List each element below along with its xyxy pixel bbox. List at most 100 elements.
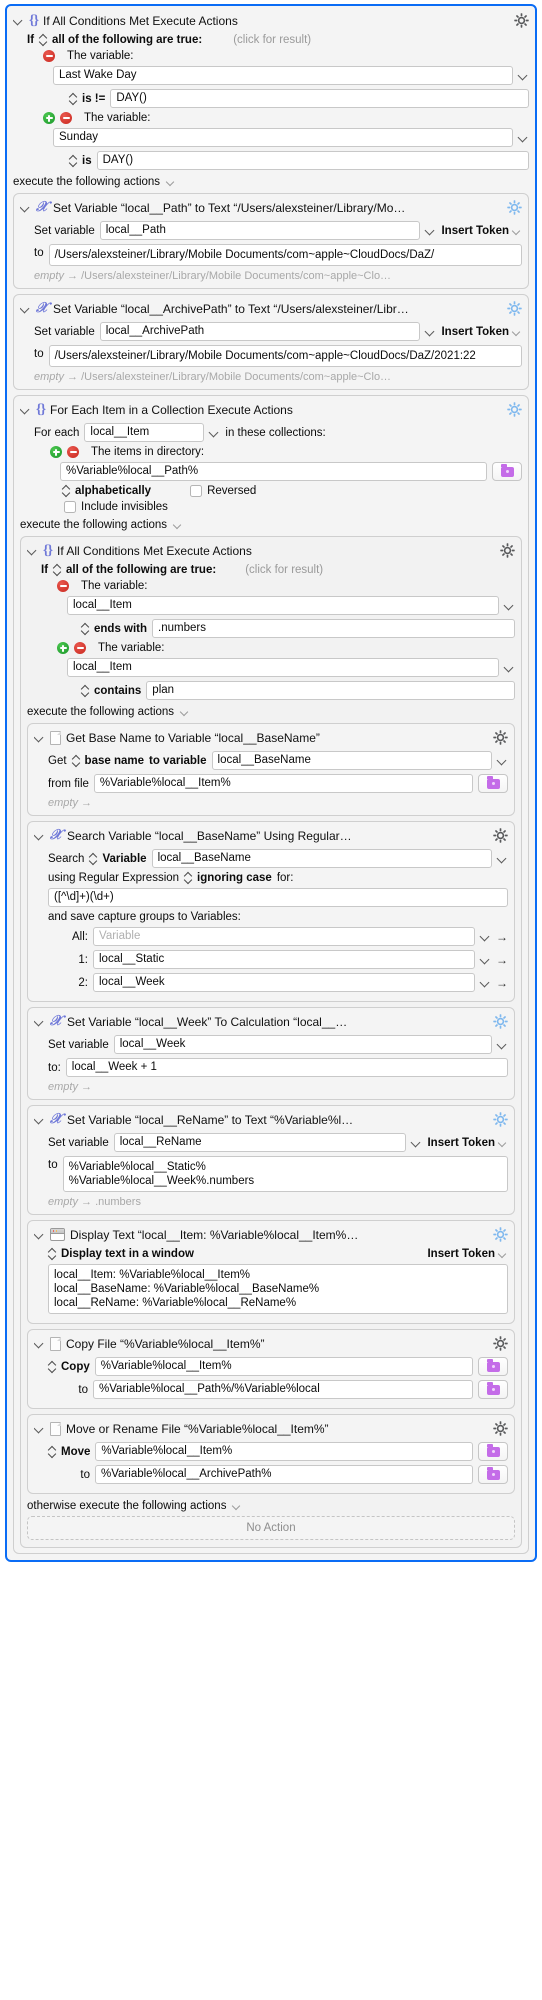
action-title-row[interactable]: 𝒳 Set Variable “local__ArchivePath” to T… bbox=[20, 298, 522, 318]
variable-name-field[interactable]: local__ReName bbox=[113, 1133, 407, 1152]
click-for-result-hint[interactable]: (click for result) bbox=[233, 34, 311, 46]
chevron-down-icon[interactable] bbox=[497, 1039, 508, 1050]
chevron-down-icon[interactable] bbox=[518, 70, 529, 81]
condition-operator-label[interactable]: contains bbox=[94, 685, 141, 697]
case-mode-label[interactable]: ignoring case bbox=[197, 872, 272, 884]
variable-name-field[interactable]: local__BaseName bbox=[211, 751, 492, 770]
action-if-all-conditions-inner[interactable]: {} If All Conditions Met Execute Actions… bbox=[20, 536, 522, 1548]
reveal-arrow-icon[interactable]: → bbox=[496, 953, 508, 967]
choose-source-button[interactable] bbox=[478, 1442, 508, 1461]
action-display-text[interactable]: Display Text “local__Item: %Variable%loc… bbox=[27, 1220, 515, 1324]
action-copy-file[interactable]: Copy File “%Variable%local__Item%” Copy … bbox=[27, 1329, 515, 1409]
gear-icon[interactable] bbox=[493, 1421, 508, 1436]
variable-name-field[interactable]: local__Path bbox=[99, 221, 421, 240]
gear-icon[interactable] bbox=[493, 1336, 508, 1351]
to-value-field[interactable]: /Users/alexsteiner/Library/Mobile Docume… bbox=[48, 244, 522, 266]
action-if-all-conditions-outer[interactable]: {} If All Conditions Met Execute Actions… bbox=[5, 4, 537, 1562]
chevron-down-icon[interactable] bbox=[425, 225, 436, 236]
operation-label[interactable]: Move bbox=[61, 1446, 90, 1458]
disclosure-triangle-icon[interactable] bbox=[34, 732, 45, 743]
condition-mode-label[interactable]: all of the following are true: bbox=[66, 564, 216, 576]
action-for-each-item[interactable]: {} For Each Item in a Collection Execute… bbox=[13, 395, 529, 1554]
directory-path-field[interactable]: %Variable%local__Path% bbox=[60, 462, 487, 481]
chevron-down-icon[interactable] bbox=[173, 520, 183, 530]
choose-folder-button[interactable] bbox=[492, 462, 522, 481]
loop-variable-field[interactable]: local__Item bbox=[84, 423, 205, 442]
gear-icon[interactable] bbox=[507, 402, 522, 417]
operator-stepper-icon[interactable] bbox=[69, 155, 77, 167]
operation-stepper-icon[interactable] bbox=[48, 1361, 56, 1373]
disclosure-triangle-icon[interactable] bbox=[34, 1229, 45, 1240]
insert-token-button[interactable]: Insert Token bbox=[441, 225, 522, 237]
case-mode-stepper-icon[interactable] bbox=[184, 872, 192, 884]
remove-collection-icon[interactable] bbox=[67, 446, 79, 458]
action-search-variable-regex[interactable]: 𝒳 Search Variable “local__BaseName” Usin… bbox=[27, 821, 515, 1002]
calculation-field[interactable]: local__Week + 1 bbox=[65, 1058, 508, 1077]
action-set-variable-week[interactable]: 𝒳 Set Variable “local__Week” To Calculat… bbox=[27, 1007, 515, 1100]
chevron-down-icon[interactable] bbox=[497, 755, 508, 766]
choose-destination-button[interactable] bbox=[478, 1380, 508, 1399]
condition-operator-label[interactable]: is bbox=[82, 155, 92, 167]
chevron-down-icon[interactable] bbox=[480, 931, 491, 942]
display-mode-label[interactable]: Display text in a window bbox=[61, 1248, 194, 1260]
operator-stepper-icon[interactable] bbox=[81, 623, 89, 635]
gear-icon[interactable] bbox=[500, 543, 515, 558]
regex-pattern-field[interactable]: ([^\d]+)(\d+) bbox=[48, 888, 508, 907]
condition-value-field[interactable]: .numbers bbox=[152, 619, 515, 638]
action-title-row[interactable]: Get Base Name to Variable “local__BaseNa… bbox=[34, 727, 508, 747]
from-file-field[interactable]: %Variable%local__Item% bbox=[93, 774, 473, 793]
reversed-checkbox[interactable] bbox=[190, 485, 203, 497]
action-set-variable-archivepath[interactable]: 𝒳 Set Variable “local__ArchivePath” to T… bbox=[13, 294, 529, 390]
reveal-arrow-icon[interactable]: → bbox=[496, 976, 508, 990]
condition-variable-field[interactable]: local__Item bbox=[67, 596, 499, 615]
disclosure-triangle-icon[interactable] bbox=[34, 1423, 45, 1434]
gear-icon[interactable] bbox=[507, 200, 522, 215]
disclosure-triangle-icon[interactable] bbox=[34, 1016, 45, 1027]
sort-order-stepper-icon[interactable] bbox=[62, 485, 70, 497]
chevron-down-icon[interactable] bbox=[166, 177, 176, 187]
chevron-down-icon[interactable] bbox=[518, 132, 529, 143]
remove-condition-icon[interactable] bbox=[57, 580, 69, 592]
gear-icon[interactable] bbox=[493, 1227, 508, 1242]
remove-condition-icon[interactable] bbox=[43, 50, 55, 62]
chevron-down-icon[interactable] bbox=[425, 326, 436, 337]
operation-label[interactable]: Copy bbox=[61, 1361, 90, 1373]
disclosure-triangle-icon[interactable] bbox=[20, 202, 31, 213]
action-get-base-name[interactable]: Get Base Name to Variable “local__BaseNa… bbox=[27, 723, 515, 816]
add-collection-icon[interactable] bbox=[50, 446, 62, 458]
condition-operator-label[interactable]: is != bbox=[82, 93, 105, 105]
condition-mode-stepper-icon[interactable] bbox=[39, 34, 47, 46]
chevron-down-icon[interactable] bbox=[504, 662, 515, 673]
gear-icon[interactable] bbox=[493, 828, 508, 843]
destination-path-field[interactable]: %Variable%local__ArchivePath% bbox=[95, 1465, 473, 1484]
remove-condition-icon[interactable] bbox=[60, 112, 72, 124]
to-value-field[interactable]: %Variable%local__Static% %Variable%local… bbox=[62, 1156, 508, 1192]
source-path-field[interactable]: %Variable%local__Item% bbox=[95, 1442, 473, 1461]
chevron-down-icon[interactable] bbox=[180, 707, 190, 717]
remove-condition-icon[interactable] bbox=[74, 642, 86, 654]
action-title-row[interactable]: Display Text “local__Item: %Variable%loc… bbox=[34, 1224, 508, 1244]
source-type-stepper-icon[interactable] bbox=[89, 853, 97, 865]
add-condition-icon[interactable] bbox=[57, 642, 69, 654]
mode-stepper-icon[interactable] bbox=[72, 755, 80, 767]
action-title-row[interactable]: {} If All Conditions Met Execute Actions bbox=[27, 540, 515, 560]
include-invisibles-checkbox[interactable] bbox=[64, 501, 76, 513]
insert-token-button[interactable]: Insert Token bbox=[427, 1137, 508, 1149]
action-set-variable-rename[interactable]: 𝒳 Set Variable “local__ReName” to Text “… bbox=[27, 1105, 515, 1215]
chevron-down-icon[interactable] bbox=[497, 853, 508, 864]
disclosure-triangle-icon[interactable] bbox=[20, 303, 31, 314]
chevron-down-icon[interactable] bbox=[512, 327, 522, 337]
capture-variable-field[interactable]: Variable bbox=[93, 927, 475, 946]
add-condition-icon[interactable] bbox=[43, 112, 55, 124]
capture-variable-field[interactable]: local__Static bbox=[93, 950, 475, 969]
display-text-body-field[interactable]: local__Item: %Variable%local__Item% loca… bbox=[48, 1264, 508, 1314]
condition-mode-label[interactable]: all of the following are true: bbox=[52, 34, 202, 46]
chevron-down-icon[interactable] bbox=[512, 226, 522, 236]
no-action-placeholder[interactable]: No Action bbox=[27, 1516, 515, 1540]
reveal-arrow-icon[interactable]: → bbox=[496, 930, 508, 944]
action-title-row[interactable]: Copy File “%Variable%local__Item%” bbox=[34, 1333, 508, 1353]
choose-destination-button[interactable] bbox=[478, 1465, 508, 1484]
insert-token-button[interactable]: Insert Token bbox=[441, 326, 522, 338]
operator-stepper-icon[interactable] bbox=[69, 93, 77, 105]
variable-name-field[interactable]: local__ArchivePath bbox=[99, 322, 421, 341]
